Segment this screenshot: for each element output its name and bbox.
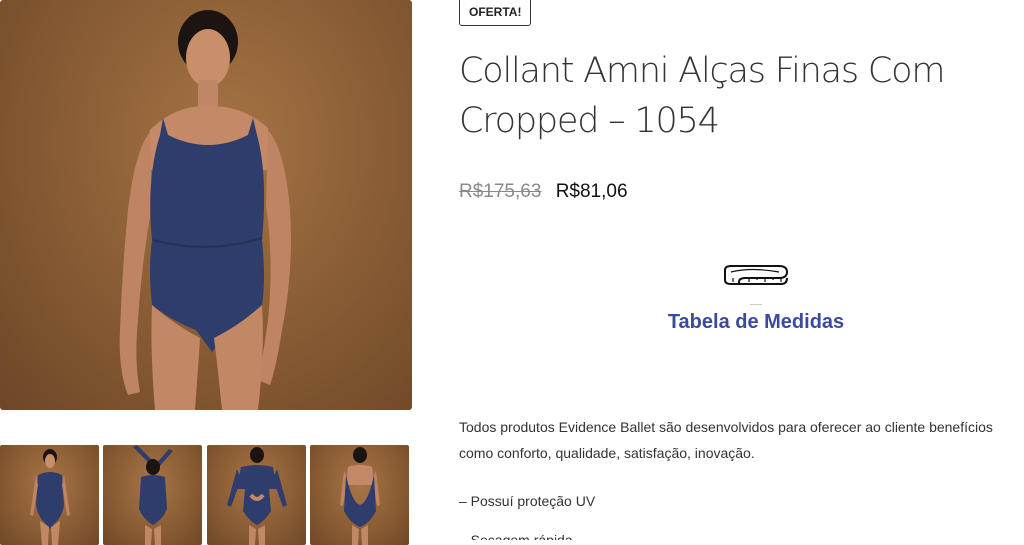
feature-uv-protection: – Possuí proteção UV <box>459 493 596 509</box>
product-description: Todos produtos Evidence Ballet são desen… <box>459 414 1024 540</box>
size-chart-label: Tabela de Medidas <box>667 311 845 333</box>
product-title: Collant Amni Alças Finas Com Cropped – 1… <box>459 51 945 141</box>
original-price: R$175,63 <box>459 181 542 202</box>
thumbnail-back-arms-up[interactable] <box>103 445 202 545</box>
thumbnail-back-cropped[interactable] <box>207 445 306 545</box>
thumbnail-front[interactable] <box>0 445 99 545</box>
sale-badge: OFERTA! <box>459 0 532 26</box>
measuring-tape-icon <box>724 265 789 285</box>
model-illustration <box>119 10 291 410</box>
size-chart-link[interactable]: Tabela de Medidas <box>650 264 862 334</box>
feature-quick-dry: – Secagem rápida <box>459 532 573 540</box>
description-paragraph: Todos produtos Evidence Ballet são desen… <box>459 419 993 461</box>
thumbnail-strip <box>0 445 412 545</box>
divider <box>750 304 762 305</box>
price-block: R$175,63 R$81,06 <box>459 181 628 203</box>
thumbnail-back[interactable] <box>310 445 409 545</box>
main-product-image[interactable] <box>0 0 412 410</box>
sale-price: R$81,06 <box>555 181 628 202</box>
